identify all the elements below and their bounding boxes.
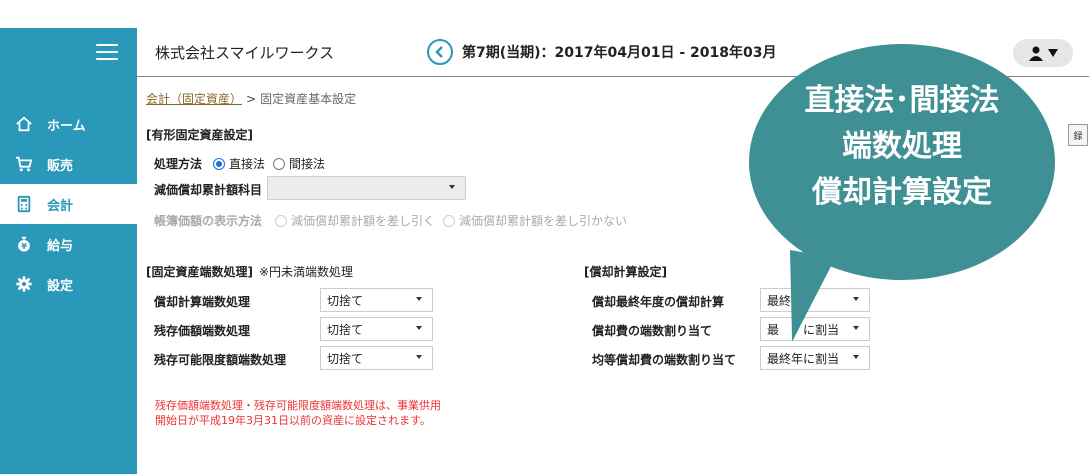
equal-depreciation-fraction-select[interactable]: 最終年に割当 bbox=[760, 346, 870, 370]
user-icon bbox=[1029, 46, 1043, 61]
tangible-section-title: [有形固定資産設定] bbox=[146, 128, 253, 142]
callout-line: 端数処理 bbox=[842, 129, 962, 164]
method-indirect-radio[interactable] bbox=[273, 157, 286, 170]
sidebar-item-label: 給与 bbox=[47, 238, 74, 254]
sidebar: ホーム 販売 会計 ¥ 給与 設定 bbox=[0, 28, 137, 474]
depreciation-row-label: 償却費の端数割り当て bbox=[592, 324, 713, 338]
method-radio-group: 直接法 間接法 bbox=[213, 155, 333, 172]
select-value: 切捨て bbox=[327, 351, 364, 366]
previous-period-button[interactable] bbox=[427, 39, 453, 65]
sidebar-item-label: 会計 bbox=[47, 198, 74, 214]
method-label: 処理方法 bbox=[154, 157, 203, 171]
caret-down-icon bbox=[1048, 49, 1058, 57]
chevron-down-icon bbox=[416, 355, 422, 359]
chevron-down-icon bbox=[853, 297, 859, 301]
book-value-display-radio-group: 減価償却累計額を差し引く 減価償却累計額を差し引かない bbox=[275, 212, 635, 229]
sidebar-item-home[interactable]: ホーム bbox=[0, 104, 137, 144]
callout-line: 直接法･間接法 bbox=[804, 83, 1000, 118]
fiscal-period: 第7期(当期)：2017年04月01日 - 2018年03月 bbox=[462, 45, 777, 61]
sidebar-item-settings[interactable]: 設定 bbox=[0, 264, 137, 304]
rounding-title: [固定資産端数処理] bbox=[146, 265, 253, 279]
chevron-down-icon bbox=[416, 326, 422, 330]
rounding-warning-text: 残存価額端数処理・残存可能限度額端数処理は、事業供用開始日が平成19年3月31日… bbox=[155, 399, 441, 427]
cart-icon bbox=[13, 154, 35, 174]
rounding-note: ※円未満端数処理 bbox=[258, 265, 354, 279]
display-no-deduct-radio[interactable] bbox=[443, 214, 456, 227]
sidebar-item-sales[interactable]: 販売 bbox=[0, 144, 137, 184]
chevron-left-icon bbox=[435, 46, 443, 58]
method-indirect-label: 間接法 bbox=[289, 157, 326, 171]
depreciation-section-title: [償却計算設定] bbox=[584, 265, 667, 279]
select-value: 切捨て bbox=[327, 322, 364, 337]
chevron-down-icon bbox=[449, 185, 455, 189]
display-deduct-radio[interactable] bbox=[275, 214, 287, 227]
rounding-row-label: 償却計算端数処理 bbox=[154, 295, 251, 309]
residual-value-rounding-select[interactable]: 切捨て bbox=[320, 317, 433, 341]
breadcrumb: 会計（固定資産） > 固定資産基本設定 bbox=[146, 90, 356, 107]
chevron-down-icon bbox=[853, 326, 859, 330]
chevron-down-icon bbox=[416, 297, 422, 301]
depreciation-rounding-select[interactable]: 切捨て bbox=[320, 288, 433, 312]
calculator-icon bbox=[13, 194, 35, 214]
breadcrumb-parent-link[interactable]: 会計（固定資産） bbox=[146, 92, 242, 106]
display-no-deduct-label: 減価償却累計額を差し引かない bbox=[459, 214, 628, 228]
select-value: 切捨て bbox=[327, 293, 364, 308]
company-name: 株式会社スマイルワークス bbox=[155, 44, 335, 62]
user-menu-button[interactable] bbox=[1013, 39, 1073, 67]
rounding-row-label: 残存可能限度額端数処理 bbox=[154, 353, 287, 367]
breadcrumb-current: 固定資産基本設定 bbox=[260, 92, 357, 106]
sidebar-item-accounting[interactable]: 会計 bbox=[0, 184, 137, 224]
home-icon bbox=[13, 114, 35, 134]
residual-limit-rounding-select[interactable]: 切捨て bbox=[320, 346, 433, 370]
accumulated-depreciation-account-label: 減価償却累計額科目 bbox=[154, 183, 263, 197]
hamburger-menu-icon[interactable] bbox=[96, 44, 118, 60]
depreciation-row-label: 均等償却費の端数割り当て bbox=[592, 353, 737, 367]
sidebar-item-label: 販売 bbox=[47, 158, 74, 174]
gear-icon bbox=[13, 274, 35, 294]
svg-text:¥: ¥ bbox=[21, 241, 27, 251]
callout-line: 償却計算設定 bbox=[812, 175, 992, 210]
chevron-down-icon bbox=[853, 355, 859, 359]
rounding-row-label: 残存価額端数処理 bbox=[154, 324, 251, 338]
rounding-section-title: [固定資産端数処理] ※円未満端数処理 bbox=[146, 263, 353, 280]
select-value: 最終年に割当 bbox=[767, 351, 840, 366]
breadcrumb-separator: > bbox=[246, 92, 257, 106]
display-deduct-label: 減価償却累計額を差し引く bbox=[291, 214, 436, 228]
accumulated-depreciation-account-select[interactable] bbox=[267, 176, 466, 200]
register-button[interactable]: 録 bbox=[1068, 124, 1088, 146]
method-direct-radio[interactable] bbox=[213, 157, 225, 170]
depreciation-row-label: 償却最終年度の償却計算 bbox=[592, 295, 725, 309]
money-bag-icon: ¥ bbox=[13, 234, 35, 254]
callout-text: 直接法･間接法 端数処理 償却計算設定 bbox=[749, 78, 1055, 216]
sidebar-item-label: 設定 bbox=[47, 278, 74, 294]
sidebar-item-label: ホーム bbox=[47, 118, 86, 134]
method-direct-label: 直接法 bbox=[229, 157, 266, 171]
sidebar-item-payroll[interactable]: ¥ 給与 bbox=[0, 224, 137, 264]
book-value-display-label: 帳簿価額の表示方法 bbox=[154, 214, 263, 228]
